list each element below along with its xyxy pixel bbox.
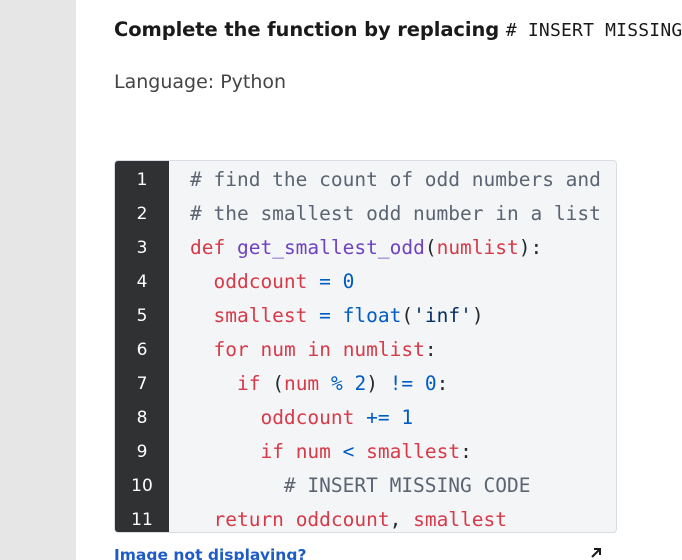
line-number: 7 (136, 374, 148, 394)
line-number: 5 (136, 306, 148, 326)
question-instruction: Complete the function by replacing # INS… (114, 18, 682, 41)
code-line: # find the count of odd numbers and (190, 168, 601, 191)
code-line: if num < smallest: (260, 440, 472, 463)
line-number: 10 (131, 476, 153, 496)
line-number: 2 (136, 204, 148, 224)
line-number: 8 (136, 408, 148, 428)
external-expand-icon[interactable] (588, 545, 604, 560)
code-line: # the smallest odd number in a list (190, 202, 601, 225)
code-line: if (num % 2) != 0: (236, 372, 449, 395)
code-line: return oddcount, smallest (213, 508, 508, 531)
code-line: smallest = float('inf') (213, 304, 484, 327)
line-number: 6 (136, 340, 148, 360)
code-line: oddcount += 1 (260, 406, 414, 429)
line-number: 9 (136, 442, 148, 462)
line-number-gutter: 1 2 3 4 5 6 7 8 9 10 11 (115, 161, 169, 532)
instruction-text: Complete the function by replacing (114, 18, 506, 41)
code-block: 1 2 3 4 5 6 7 8 9 10 11 # find the count of odd nu… (114, 160, 617, 533)
line-number: 11 (131, 510, 153, 530)
line-number: 4 (136, 272, 148, 292)
line-number: 3 (136, 238, 148, 258)
code-line: # INSERT MISSING CODE (283, 474, 531, 497)
left-rail (0, 0, 76, 560)
line-number: 1 (136, 170, 148, 190)
instruction-code: # INSERT MISSING CODE (505, 20, 682, 41)
code-line: oddcount = 0 (213, 270, 355, 293)
code-content: # find the count of odd numbers and # the… (190, 163, 616, 532)
code-line: for num in numlist: (213, 338, 437, 361)
image-not-displaying-link[interactable]: Image not displaying? (114, 546, 306, 560)
language-label: Language: Python (114, 71, 287, 93)
question-page: Complete the function by replacing # INS… (0, 0, 682, 560)
previous-heading-remnant (114, 0, 224, 2)
code-line: def get_smallest_odd(numlist): (190, 236, 543, 259)
